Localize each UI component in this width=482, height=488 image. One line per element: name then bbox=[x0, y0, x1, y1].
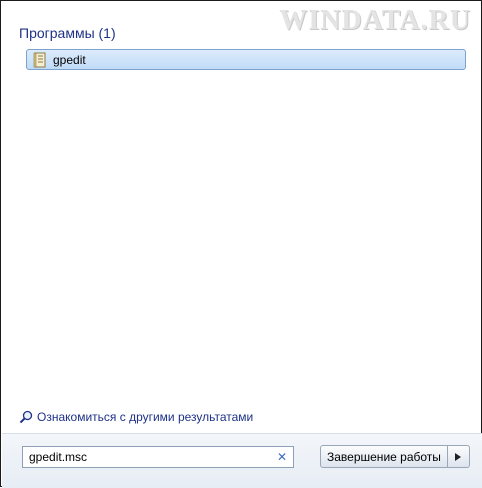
policy-document-icon bbox=[32, 52, 48, 68]
magnifier-icon bbox=[19, 410, 33, 424]
bottom-bar: ✕ Завершение работы bbox=[2, 433, 482, 488]
start-menu-panel: WINDATA.RU Программы (1) gpedit Ознакоми… bbox=[0, 0, 482, 488]
watermark: WINDATA.RU bbox=[279, 5, 471, 36]
search-box[interactable]: ✕ bbox=[22, 446, 294, 468]
see-more-label: Ознакомиться с другими результатами bbox=[37, 410, 254, 424]
group-header-programs: Программы (1) bbox=[19, 25, 116, 41]
see-more-results-link[interactable]: Ознакомиться с другими результатами bbox=[19, 410, 253, 424]
shutdown-options-button[interactable] bbox=[447, 445, 470, 468]
result-item-gpedit[interactable]: gpedit bbox=[26, 49, 466, 70]
search-input[interactable] bbox=[23, 448, 269, 466]
shutdown-group: Завершение работы bbox=[320, 445, 470, 468]
close-icon[interactable]: ✕ bbox=[277, 450, 287, 464]
shutdown-button[interactable]: Завершение работы bbox=[320, 445, 448, 468]
triangle-right-icon bbox=[455, 448, 462, 466]
result-item-label: gpedit bbox=[53, 52, 86, 67]
